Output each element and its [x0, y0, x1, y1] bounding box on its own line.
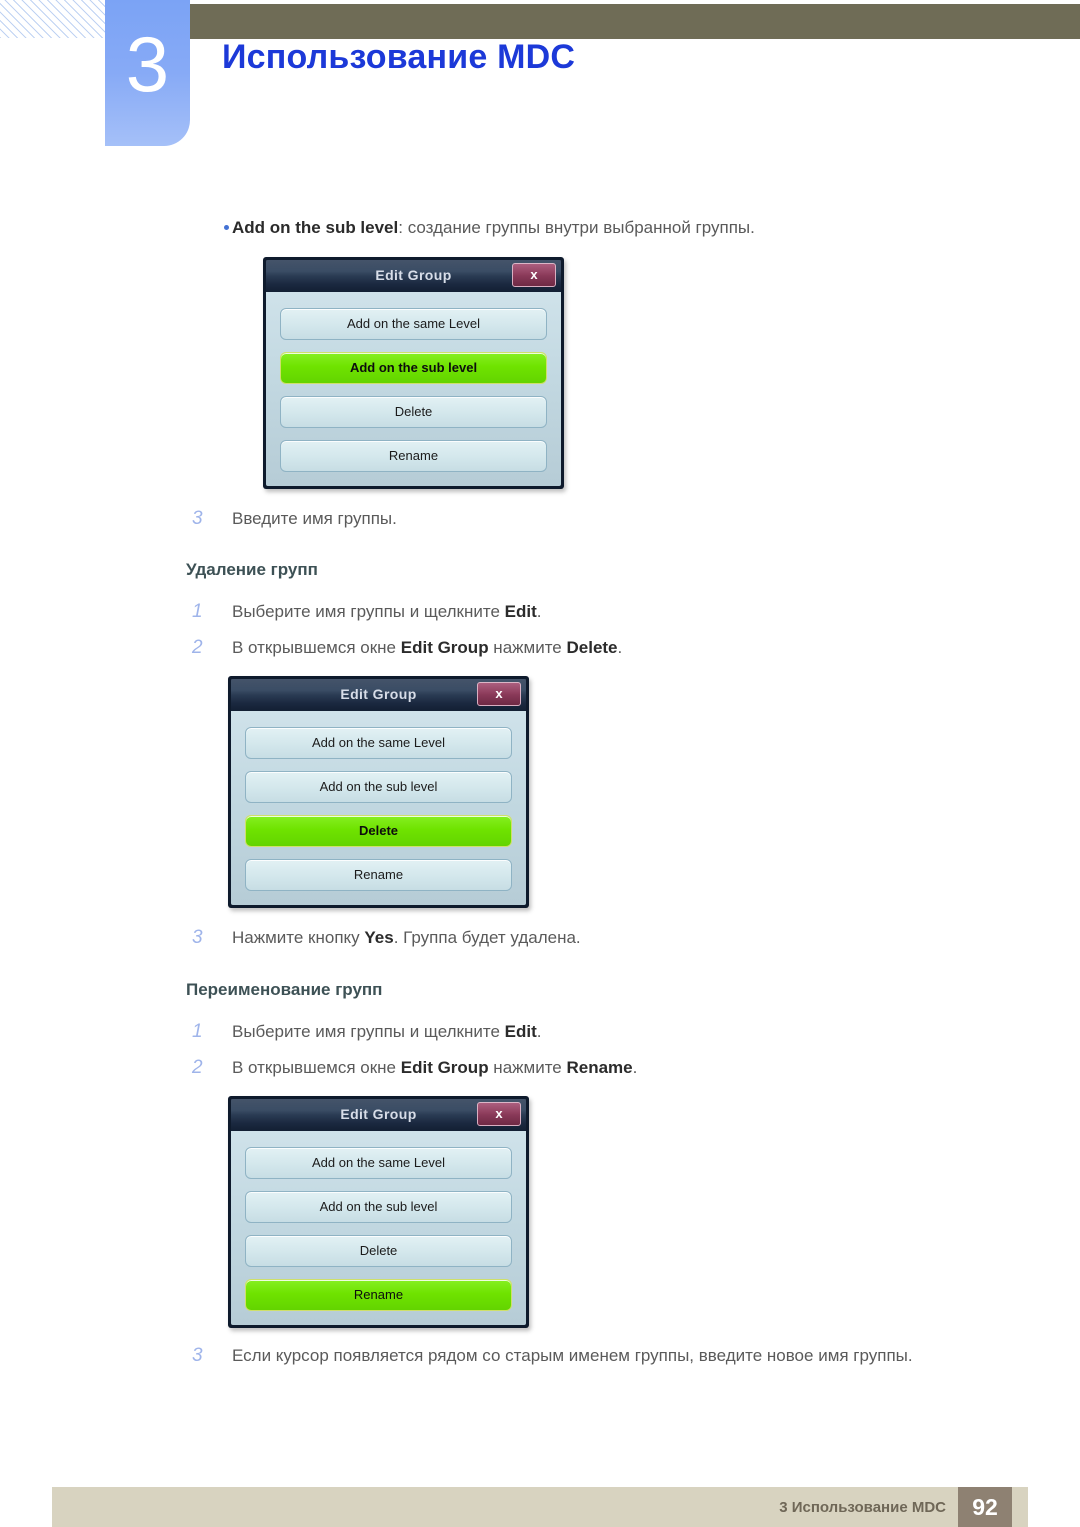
step-text-mid: нажмите	[488, 638, 567, 657]
step-text-bold: Yes	[364, 928, 394, 947]
step-text-bold: Edit	[504, 1022, 537, 1041]
dialog-body: Add on the same Level Add on the sub lev…	[266, 292, 561, 486]
step-text-pre: Выберите имя группы и щелкните	[232, 1022, 505, 1041]
rename-step-1: 1 Выберите имя группы и щелкните Edit.	[186, 1018, 1080, 1046]
step-text-bold: Edit Group	[400, 1058, 489, 1077]
dialog-body: Add on the same Level Add on the sub lev…	[231, 1131, 526, 1325]
dialog-body: Add on the same Level Add on the sub lev…	[231, 711, 526, 905]
screenshot-edit-group-dialog-3: Edit Group x Add on the same Level Add o…	[228, 1096, 1080, 1328]
step-text: Введите имя группы.	[232, 509, 397, 528]
delete-button[interactable]: Delete	[245, 1235, 512, 1267]
dialog-titlebar: Edit Group x	[231, 1099, 526, 1131]
decorative-hatch-pattern	[0, 0, 108, 38]
bullet-item-add-on-sub-level: Add on the sub level: создание группы вн…	[186, 215, 1080, 241]
step-text-bold-2: Rename	[566, 1058, 633, 1077]
page-title: Использование MDC	[222, 38, 576, 76]
rename-step-2: 2 В открывшемся окне Edit Group нажмите …	[186, 1054, 1080, 1082]
delete-button[interactable]: Delete	[245, 815, 512, 847]
step-number: 2	[192, 1057, 203, 1078]
add-on-sub-level-button[interactable]: Add on the sub level	[280, 352, 547, 384]
step-text-bold: Edit	[504, 602, 537, 621]
step-text-mid: нажмите	[488, 1058, 567, 1077]
add-on-same-level-button[interactable]: Add on the same Level	[245, 1147, 512, 1179]
chapter-number-badge: 3	[105, 0, 190, 146]
step-text-post: .	[617, 638, 623, 657]
step-enter-group-name: 3 Введите имя группы.	[186, 505, 1080, 533]
edit-group-dialog[interactable]: Edit Group x Add on the same Level Add o…	[263, 257, 564, 489]
step-number: 3	[192, 927, 203, 948]
step-number: 1	[192, 1021, 203, 1042]
step-text-bold: Edit Group	[400, 638, 489, 657]
delete-step-2: 2 В открывшемся окне Edit Group нажмите …	[186, 634, 1080, 662]
dialog-titlebar: Edit Group x	[231, 679, 526, 711]
close-icon[interactable]: x	[477, 1102, 521, 1126]
screenshot-edit-group-dialog-1: Edit Group x Add on the same Level Add o…	[263, 257, 1080, 489]
step-text-pre: Если курсор появляется рядом со старым и…	[232, 1346, 913, 1365]
page-number-badge: 92	[958, 1487, 1012, 1527]
step-number: 3	[192, 508, 203, 529]
step-text-post: . Группа будет удалена.	[393, 928, 581, 947]
rename-step-3: 3 Если курсор появляется рядом со старым…	[186, 1342, 1080, 1370]
close-icon[interactable]: x	[512, 263, 556, 287]
step-text-pre: Выберите имя группы и щелкните	[232, 602, 505, 621]
edit-group-dialog[interactable]: Edit Group x Add on the same Level Add o…	[228, 676, 529, 908]
rename-button[interactable]: Rename	[245, 1279, 512, 1311]
step-text-pre: В открывшемся окне	[232, 1058, 401, 1077]
step-number: 2	[192, 637, 203, 658]
bullet-description: создание группы внутри выбранной группы.	[407, 218, 755, 237]
step-text-post: .	[536, 1022, 542, 1041]
step-text-bold-2: Delete	[566, 638, 618, 657]
add-on-sub-level-button[interactable]: Add on the sub level	[245, 1191, 512, 1223]
close-icon[interactable]: x	[477, 682, 521, 706]
step-text-post: .	[536, 602, 542, 621]
section-heading-rename-groups: Переименование групп	[186, 980, 383, 999]
edit-group-dialog[interactable]: Edit Group x Add on the same Level Add o…	[228, 1096, 529, 1328]
page-header: 3 Использование MDC	[0, 0, 1080, 160]
step-text-post: .	[632, 1058, 638, 1077]
delete-button[interactable]: Delete	[280, 396, 547, 428]
step-text-pre: В открывшемся окне	[232, 638, 401, 657]
rename-button[interactable]: Rename	[280, 440, 547, 472]
screenshot-edit-group-dialog-2: Edit Group x Add on the same Level Add o…	[228, 676, 1080, 908]
add-on-same-level-button[interactable]: Add on the same Level	[245, 727, 512, 759]
bullet-separator: :	[398, 218, 408, 237]
bullet-dot-icon	[224, 225, 229, 230]
step-number: 3	[192, 1345, 203, 1366]
section-heading-delete-groups: Удаление групп	[186, 560, 318, 579]
delete-step-3: 3 Нажмите кнопку Yes. Группа будет удале…	[186, 924, 1080, 952]
add-on-same-level-button[interactable]: Add on the same Level	[280, 308, 547, 340]
page-content: Add on the sub level: создание группы вн…	[0, 195, 1080, 1370]
footer-chapter-label: 3 Использование MDC	[779, 1499, 946, 1516]
dialog-titlebar: Edit Group x	[266, 260, 561, 292]
step-text-pre: Нажмите кнопку	[232, 928, 365, 947]
step-number: 1	[192, 601, 203, 622]
rename-button[interactable]: Rename	[245, 859, 512, 891]
page-footer: 3 Использование MDC 92	[52, 1487, 1028, 1527]
delete-step-1: 1 Выберите имя группы и щелкните Edit.	[186, 598, 1080, 626]
header-olive-bar	[190, 4, 1080, 39]
add-on-sub-level-button[interactable]: Add on the sub level	[245, 771, 512, 803]
bullet-term: Add on the sub level	[232, 218, 399, 237]
